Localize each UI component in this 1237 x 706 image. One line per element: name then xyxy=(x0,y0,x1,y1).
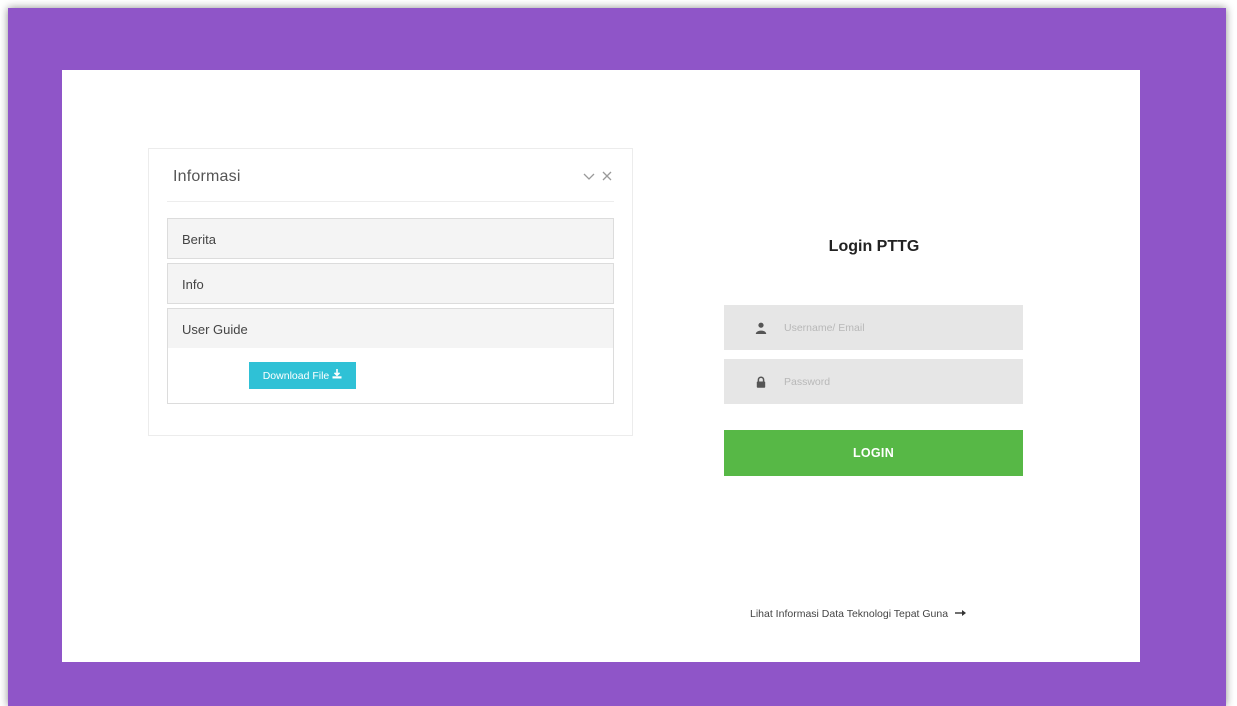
login-button[interactable]: LOGIN xyxy=(724,430,1023,476)
info-panel-controls xyxy=(582,169,614,183)
info-panel-title: Informasi xyxy=(173,168,241,185)
username-input[interactable] xyxy=(784,305,1014,350)
download-file-button[interactable]: Download File xyxy=(249,362,356,389)
accordion-item-label: Info xyxy=(182,277,204,292)
login-card: Informasi Berita Info User Guide Downloa… xyxy=(62,70,1140,662)
user-guide-content: Download File xyxy=(167,348,614,404)
accordion-item-info[interactable]: Info xyxy=(167,263,614,304)
chevron-down-icon[interactable] xyxy=(582,169,596,183)
arrow-right-icon xyxy=(955,608,967,620)
close-icon[interactable] xyxy=(600,169,614,183)
accordion-item-label: User Guide xyxy=(182,322,248,337)
page-frame: Informasi Berita Info User Guide Downloa… xyxy=(8,8,1226,706)
password-field[interactable] xyxy=(724,359,1023,404)
download-button-label: Download File xyxy=(262,369,330,382)
info-panel: Informasi Berita Info User Guide Downloa… xyxy=(148,148,633,436)
login-title: Login PTTG xyxy=(828,238,920,255)
info-data-link[interactable]: Lihat Informasi Data Teknologi Tepat Gun… xyxy=(750,608,967,620)
username-field[interactable] xyxy=(724,305,1023,350)
accordion-item-berita[interactable]: Berita xyxy=(167,218,614,259)
info-data-link-label: Lihat Informasi Data Teknologi Tepat Gun… xyxy=(750,608,949,620)
lock-icon xyxy=(755,375,767,388)
accordion-item-label: Berita xyxy=(182,232,216,247)
info-panel-header: Informasi xyxy=(167,149,614,202)
user-icon xyxy=(755,321,767,334)
accordion-item-user-guide[interactable]: User Guide xyxy=(167,308,614,349)
password-input[interactable] xyxy=(784,359,1014,404)
download-icon xyxy=(332,369,342,382)
